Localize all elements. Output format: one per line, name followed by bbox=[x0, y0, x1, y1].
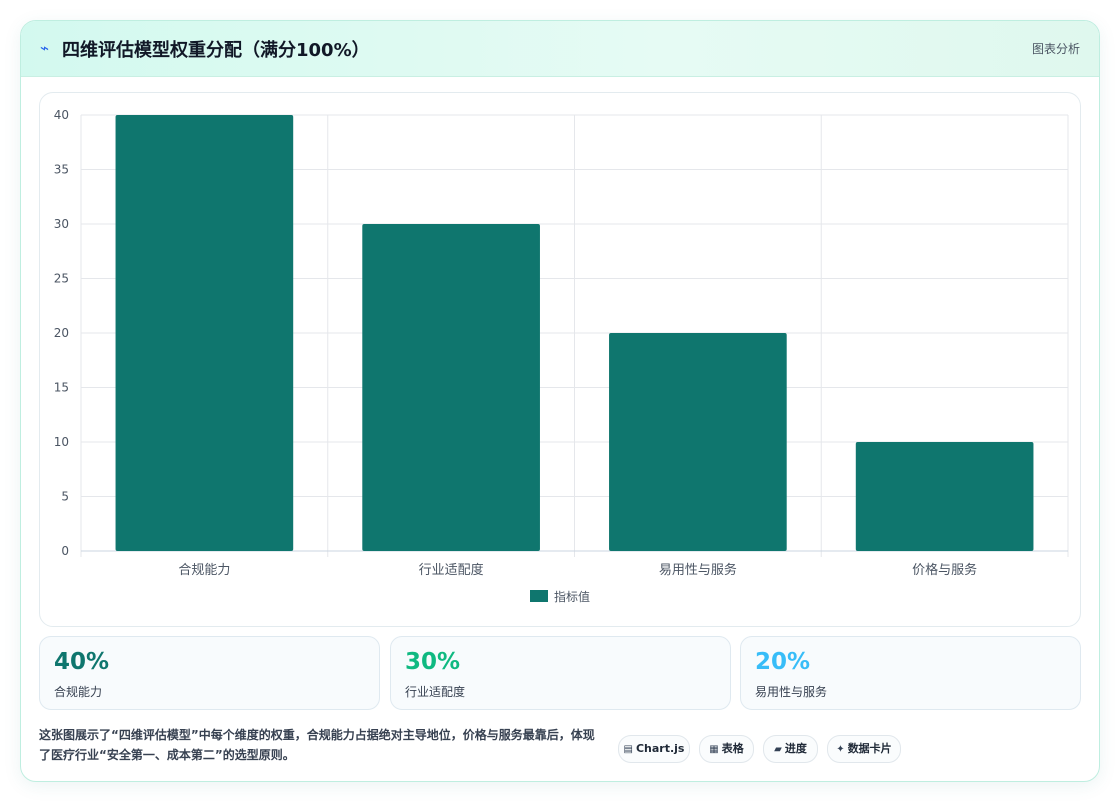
stat-value: 20% bbox=[755, 649, 811, 675]
y-tick-label: 20 bbox=[54, 326, 69, 340]
x-tick-label: 行业适配度 bbox=[419, 562, 484, 578]
table-icon: ▦ bbox=[709, 744, 719, 755]
y-tick-label: 25 bbox=[54, 272, 69, 286]
page: ⌁ 四维评估模型权重分配（满分100%） 图表分析 0 5 10 15 20 25 30 35… bbox=[0, 0, 1120, 804]
chart-card: ⌁ 四维评估模型权重分配（满分100%） 图表分析 0 5 10 15 20 25 30 35… bbox=[20, 20, 1100, 782]
y-tick-label: 40 bbox=[54, 108, 69, 122]
bar-chart: 0 5 10 15 20 25 30 35 40 合规能力 行业适配度 易用性与服务 价格与服务指标值 bbox=[54, 108, 1069, 604]
sparkle-icon: ✦ bbox=[836, 744, 845, 755]
y-tick-label: 15 bbox=[54, 381, 69, 395]
x-tick-label: 合规能力 bbox=[178, 563, 230, 578]
stat-value: 40% bbox=[54, 649, 110, 675]
legend-swatch bbox=[530, 590, 548, 602]
tag-label: 数据卡片 bbox=[847, 742, 892, 755]
chart-analysis-link[interactable]: 图表分析 bbox=[1032, 40, 1080, 57]
y-tick-label: 5 bbox=[61, 490, 69, 504]
tag-label: Chart.js bbox=[635, 742, 685, 755]
stat-card-industry-fit: 30% 行业适配度 bbox=[390, 636, 731, 710]
tag-table[interactable]: ▦ 表格 bbox=[699, 735, 754, 763]
stat-label: 合规能力 bbox=[54, 685, 103, 699]
bar bbox=[609, 333, 787, 551]
tag-progress[interactable]: ▰ 进度 bbox=[763, 735, 818, 763]
y-tick-label: 35 bbox=[54, 163, 69, 177]
x-tick-label: 价格与服务 bbox=[912, 562, 977, 578]
chart-container: 0 5 10 15 20 25 30 35 40 合规能力 行业适配度 易用性与服务 价格与服务指标值 bbox=[39, 92, 1081, 627]
card-header: ⌁ 四维评估模型权重分配（满分100%） 图表分析 bbox=[21, 21, 1099, 77]
stat-card-usability: 20% 易用性与服务 bbox=[740, 636, 1081, 710]
chart-icon: ▤ bbox=[623, 744, 633, 755]
pulse-icon: ⌁ bbox=[40, 39, 50, 57]
y-tick-label: 30 bbox=[54, 217, 69, 231]
stat-value: 30% bbox=[405, 649, 461, 675]
progress-icon: ▰ bbox=[774, 744, 782, 755]
legend-label: 指标值 bbox=[554, 589, 590, 604]
tag-data-card[interactable]: ✦ 数据卡片 bbox=[827, 735, 901, 763]
stat-card-compliance: 40% 合规能力 bbox=[39, 636, 380, 710]
tag-label: 表格 bbox=[721, 742, 744, 755]
bar bbox=[115, 115, 294, 551]
page-title: 四维评估模型权重分配（满分100%） bbox=[62, 40, 370, 61]
stat-label: 易用性与服务 bbox=[755, 685, 828, 699]
x-tick-label: 易用性与服务 bbox=[659, 562, 737, 578]
y-tick-label: 0 bbox=[61, 544, 69, 558]
tag-chartjs[interactable]: ▤ Chart.js bbox=[618, 735, 690, 763]
bar bbox=[362, 224, 540, 551]
bar bbox=[855, 442, 1034, 551]
y-tick-label: 10 bbox=[54, 435, 69, 449]
chart-description: 这张图展示了“四维评估模型”中每个维度的权重，合规能力占据绝对主导地位，价格与服… bbox=[39, 728, 595, 762]
tag-label: 进度 bbox=[784, 742, 807, 755]
stat-label: 行业适配度 bbox=[405, 685, 466, 699]
